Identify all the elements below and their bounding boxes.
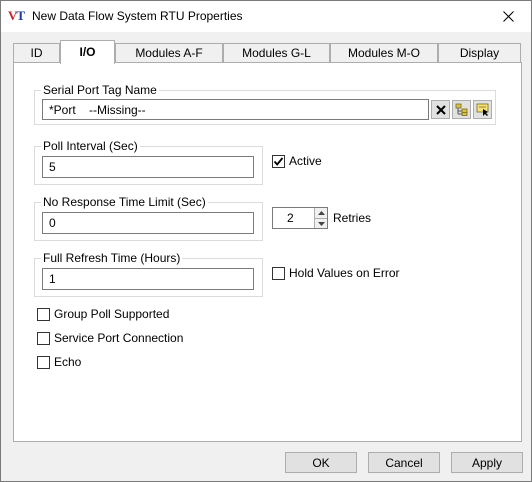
retries-spinner[interactable]: 2 bbox=[272, 207, 328, 229]
tab-modules-g-l[interactable]: Modules G-L bbox=[223, 43, 330, 63]
poll-interval-label: Poll Interval (Sec) bbox=[41, 139, 140, 153]
checkmark-icon bbox=[273, 156, 284, 166]
tag-browser-button[interactable] bbox=[452, 100, 471, 119]
group-poll-checkbox-box[interactable] bbox=[37, 307, 50, 321]
active-checkbox-box[interactable] bbox=[272, 154, 285, 168]
apply-button[interactable]: Apply bbox=[451, 452, 523, 473]
echo-checkbox[interactable]: Echo bbox=[37, 355, 81, 369]
tab-id[interactable]: ID bbox=[13, 43, 60, 63]
title-bar[interactable]: VT New Data Flow System RTU Properties bbox=[1, 1, 531, 32]
close-button[interactable] bbox=[485, 1, 531, 32]
service-port-checkbox-box[interactable] bbox=[37, 331, 50, 345]
up-arrow-icon bbox=[317, 211, 325, 215]
close-icon bbox=[502, 11, 514, 22]
io-tab-panel: Serial Port Tag Name *Port --Missing-- P… bbox=[13, 62, 522, 442]
group-poll-label: Group Poll Supported bbox=[54, 307, 170, 321]
echo-checkbox-box[interactable] bbox=[37, 355, 50, 369]
clear-tag-button[interactable] bbox=[431, 100, 450, 119]
tab-io[interactable]: I/O bbox=[60, 40, 115, 64]
retries-value[interactable]: 2 bbox=[287, 211, 294, 225]
ok-button[interactable]: OK bbox=[285, 452, 357, 473]
group-poll-checkbox[interactable]: Group Poll Supported bbox=[37, 307, 169, 321]
app-logo-icon: VT bbox=[8, 8, 25, 23]
service-port-label: Service Port Connection bbox=[54, 331, 184, 345]
tab-display[interactable]: Display bbox=[438, 43, 521, 63]
properties-dialog: VT New Data Flow System RTU Properties I… bbox=[0, 0, 532, 482]
clear-icon bbox=[435, 104, 446, 115]
tab-strip: ID I/O Modules A-F Modules G-L Modules M… bbox=[13, 40, 521, 64]
serial-port-label: Serial Port Tag Name bbox=[41, 83, 159, 97]
retries-spin-buttons bbox=[314, 208, 327, 228]
full-refresh-field[interactable]: 1 bbox=[42, 268, 254, 290]
full-refresh-label: Full Refresh Time (Hours) bbox=[41, 251, 183, 265]
retries-label: Retries bbox=[333, 211, 372, 225]
tag-browser-icon bbox=[455, 103, 467, 116]
serial-port-tag-field[interactable]: *Port --Missing-- bbox=[42, 99, 429, 120]
poll-interval-field[interactable]: 5 bbox=[42, 156, 254, 178]
echo-label: Echo bbox=[54, 355, 82, 369]
hold-values-checkbox[interactable]: Hold Values on Error bbox=[272, 266, 400, 280]
cancel-button[interactable]: Cancel bbox=[368, 452, 440, 473]
active-label: Active bbox=[289, 154, 322, 168]
no-response-field[interactable]: 0 bbox=[42, 212, 254, 234]
service-port-checkbox[interactable]: Service Port Connection bbox=[37, 331, 183, 345]
window-title: New Data Flow System RTU Properties bbox=[32, 9, 243, 23]
retries-up-button[interactable] bbox=[314, 208, 327, 218]
down-arrow-icon bbox=[317, 221, 325, 226]
no-response-label: No Response Time Limit (Sec) bbox=[41, 195, 208, 209]
tag-select-icon bbox=[476, 103, 488, 116]
hold-values-checkbox-box[interactable] bbox=[272, 266, 285, 280]
tab-modules-m-o[interactable]: Modules M-O bbox=[330, 43, 438, 63]
tag-select-button[interactable] bbox=[473, 100, 492, 119]
active-checkbox[interactable]: Active bbox=[272, 154, 322, 168]
retries-down-button[interactable] bbox=[314, 218, 327, 228]
hold-values-label: Hold Values on Error bbox=[289, 266, 400, 280]
tab-modules-a-f[interactable]: Modules A-F bbox=[115, 43, 223, 63]
